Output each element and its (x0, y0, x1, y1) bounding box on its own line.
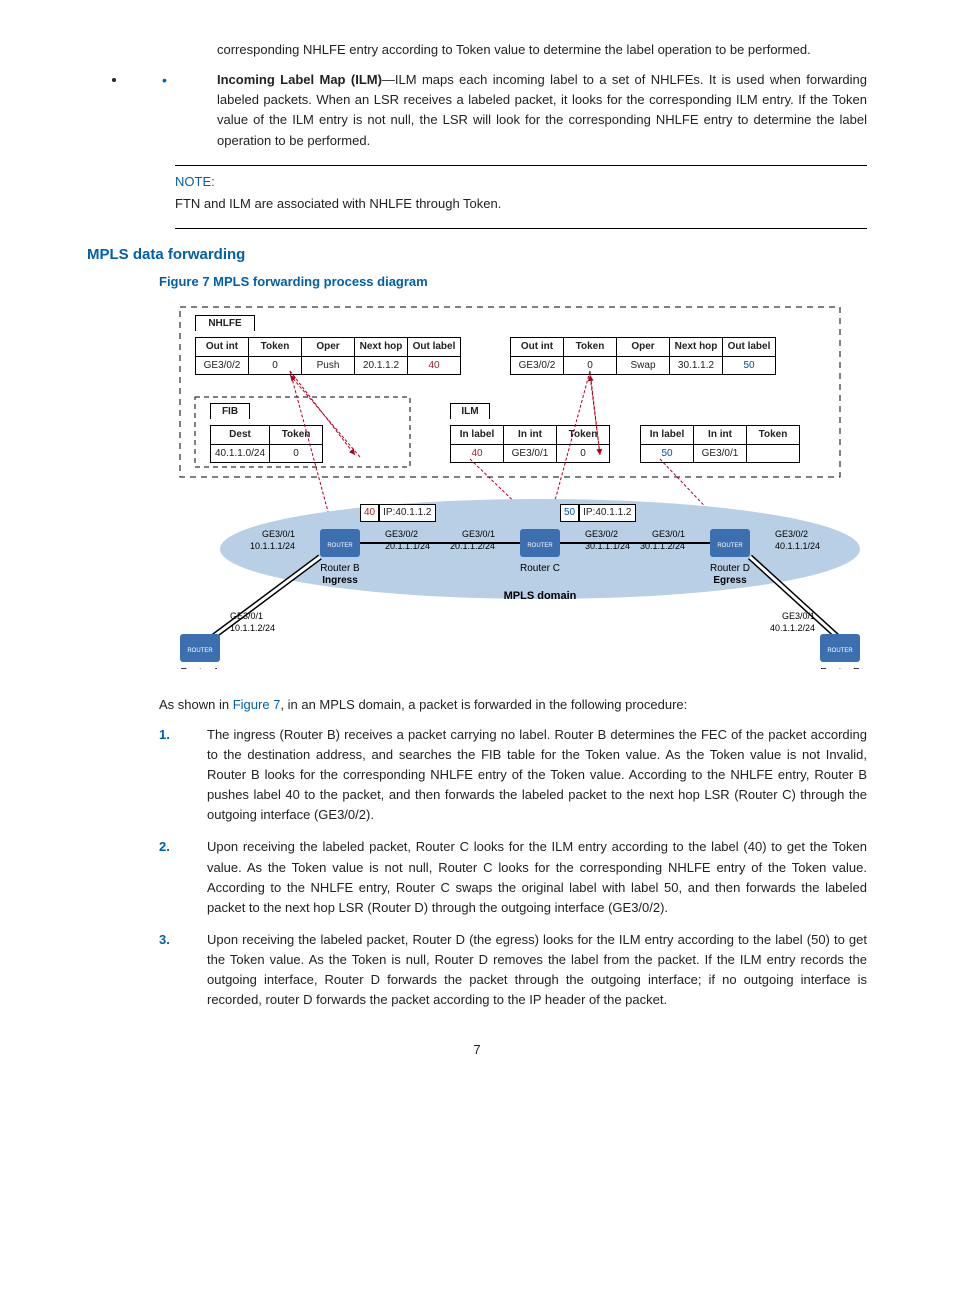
packet-2: 50 IP:40.1.1.2 (560, 504, 670, 522)
svg-text:Router A: Router A (181, 667, 220, 669)
svg-text:Router E: Router E (820, 667, 860, 669)
svg-text:GE3/0/1: GE3/0/1 (230, 611, 263, 621)
step-2: Upon receiving the labeled packet, Route… (159, 837, 867, 918)
svg-text:GE3/0/1: GE3/0/1 (462, 529, 495, 539)
svg-text:MPLS domain: MPLS domain (504, 590, 577, 602)
figure-caption: Figure 7 MPLS forwarding process diagram (159, 272, 867, 292)
svg-text:GE3/0/2: GE3/0/2 (385, 529, 418, 539)
bullet-term: Incoming Label Map (ILM) (217, 72, 382, 87)
divider (175, 228, 867, 229)
note-title: NOTE: (175, 172, 867, 192)
step-3: Upon receiving the labeled packet, Route… (159, 930, 867, 1011)
section-heading: MPLS data forwarding (87, 243, 867, 266)
ilm-table-2: In labelIn intToken 50GE3/0/1 (640, 425, 800, 463)
step-1: The ingress (Router B) receives a packet… (159, 725, 867, 826)
svg-text:10.1.1.1/24: 10.1.1.1/24 (250, 541, 295, 551)
svg-text:Router D: Router D (710, 563, 750, 574)
intro-after-figure: As shown in Figure 7, in an MPLS domain,… (159, 695, 867, 715)
svg-text:GE3/0/1: GE3/0/1 (652, 529, 685, 539)
diagram-svg: NHLFE Out intTokenOperNext hopOut label … (160, 299, 860, 669)
page-number: 7 (87, 1040, 867, 1060)
svg-text:GE3/0/2: GE3/0/2 (585, 529, 618, 539)
paragraph-continued: corresponding NHLFE entry according to T… (217, 40, 867, 60)
steps-list: The ingress (Router B) receives a packet… (159, 725, 867, 1011)
bullet-list: Incoming Label Map (ILM)—ILM maps each i… (127, 70, 867, 151)
svg-text:GE3/0/1: GE3/0/1 (782, 611, 815, 621)
svg-text:GE3/0/1: GE3/0/1 (262, 529, 295, 539)
note-body: FTN and ILM are associated with NHLFE th… (175, 194, 867, 214)
router-e: ROUTER (820, 634, 860, 662)
router-c: ROUTER (520, 529, 560, 557)
figure-7: NHLFE Out intTokenOperNext hopOut label … (159, 298, 867, 676)
svg-text:10.1.1.2/24: 10.1.1.2/24 (230, 623, 275, 633)
router-d: ROUTER (710, 529, 750, 557)
svg-text:Router B: Router B (320, 563, 360, 574)
nhlfe-table-1: Out intTokenOperNext hopOut label GE3/0/… (195, 337, 461, 375)
divider (175, 165, 867, 166)
svg-text:40.1.1.2/24: 40.1.1.2/24 (770, 623, 815, 633)
svg-text:Ingress: Ingress (322, 575, 358, 586)
svg-text:ROUTER: ROUTER (717, 543, 743, 549)
ilm-title: ILM (450, 403, 490, 419)
note-block: NOTE: FTN and ILM are associated with NH… (175, 172, 867, 214)
packet-1: 40 IP:40.1.1.2 (360, 504, 470, 522)
svg-text:40.1.1.1/24: 40.1.1.1/24 (775, 541, 820, 551)
nhlfe-table-2: Out intTokenOperNext hopOut label GE3/0/… (510, 337, 776, 375)
router-b: ROUTER (320, 529, 360, 557)
svg-text:Router C: Router C (520, 563, 560, 574)
svg-text:ROUTER: ROUTER (187, 648, 213, 654)
svg-text:ROUTER: ROUTER (527, 543, 553, 549)
svg-text:ROUTER: ROUTER (827, 648, 853, 654)
svg-text:ROUTER: ROUTER (327, 543, 353, 549)
fib-title: FIB (210, 403, 250, 419)
nhlfe-title: NHLFE (195, 315, 255, 331)
figure-ref-link[interactable]: Figure 7 (233, 697, 281, 712)
bullet-ilm: Incoming Label Map (ILM)—ILM maps each i… (127, 70, 867, 151)
svg-text:Egress: Egress (713, 575, 747, 586)
ilm-table-1: In labelIn intToken 40GE3/0/10 (450, 425, 610, 463)
svg-text:GE3/0/2: GE3/0/2 (775, 529, 808, 539)
router-a: ROUTER (180, 634, 220, 662)
